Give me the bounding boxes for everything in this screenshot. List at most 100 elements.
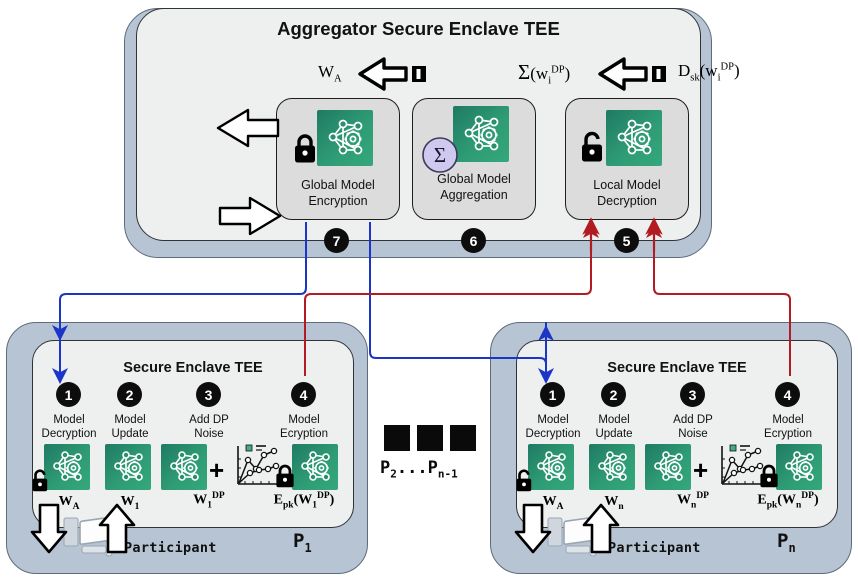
plus-sign: + bbox=[209, 455, 225, 485]
caption-line1: Local Model bbox=[593, 178, 661, 192]
lock-closed-icon bbox=[274, 462, 296, 489]
nn-icon bbox=[105, 444, 151, 490]
p1-caption-4: Model Ecryption bbox=[263, 413, 345, 441]
card-caption-encryption: Global Model Encryption bbox=[276, 178, 400, 209]
mid-sub-2: n-1 bbox=[437, 467, 458, 481]
pn-step-badge-4: 4 bbox=[775, 382, 800, 407]
participant-1-tee: Secure Enclave TEE 1 2 3 4 Model Decrypt… bbox=[6, 322, 368, 574]
pn-cap2-l2: Update bbox=[595, 428, 633, 440]
p1-cap2-l1: Model bbox=[114, 414, 146, 426]
formula-sum-dp: Σ(wiDP) bbox=[518, 60, 571, 87]
p1-step-4-num: 4 bbox=[299, 386, 308, 403]
p1-participant-word: Participant bbox=[124, 540, 217, 556]
nn-icon bbox=[161, 444, 207, 490]
pn-participant-word: Participant bbox=[608, 540, 701, 556]
pn-cap4-l2: Ecryption bbox=[764, 428, 812, 440]
p1-id-label: P1 bbox=[293, 530, 312, 555]
step-badge-7: 7 bbox=[324, 228, 349, 253]
pn-step-2-num: 2 bbox=[609, 386, 618, 403]
step-badge-5-text: 5 bbox=[622, 232, 631, 249]
pn-weight-4: Epk(WnDP) bbox=[757, 491, 819, 511]
pn-cap2-l1: Model bbox=[598, 414, 630, 426]
pn-id-head: P bbox=[777, 530, 789, 552]
pn-caption-3: Add DP Noise bbox=[652, 413, 734, 441]
p1-step-badge-2: 2 bbox=[117, 382, 142, 407]
p1-weight-4: Epk(W1DP) bbox=[273, 491, 335, 511]
p1-step-1-num: 1 bbox=[64, 386, 73, 403]
pn-id-label: Pn bbox=[777, 530, 796, 555]
ellipsis-square-2 bbox=[417, 425, 443, 451]
pn-step-3-num: 3 bbox=[688, 386, 697, 403]
plus-sign: + bbox=[693, 455, 709, 485]
pn-cap4-l1: Model bbox=[772, 414, 804, 426]
computer-icon bbox=[62, 510, 116, 558]
pn-step-4-num: 4 bbox=[783, 386, 792, 403]
ellipsis-square-3 bbox=[450, 425, 476, 451]
pn-cap3-l1: Add DP bbox=[673, 414, 713, 426]
computer-icon bbox=[546, 510, 600, 558]
lock-closed-icon bbox=[292, 132, 318, 164]
p1-cap4-l2: Ecryption bbox=[280, 428, 328, 440]
pn-cap3-l2: Noise bbox=[678, 428, 708, 440]
participant-1-tee-title: Secure Enclave TEE bbox=[123, 360, 263, 376]
svg-text:Σ: Σ bbox=[434, 143, 446, 167]
participant-n-tee: Secure Enclave TEE 1 2 3 4 Model Decrypt… bbox=[490, 322, 852, 574]
pn-step-badge-2: 2 bbox=[601, 382, 626, 407]
p1-cap3-l2: Noise bbox=[194, 428, 224, 440]
p1-caption-3: Add DP Noise bbox=[168, 413, 250, 441]
p1-caption-2: Model Update bbox=[89, 413, 171, 441]
lock-open-icon bbox=[514, 468, 534, 493]
card-caption-aggregation: Global Model Aggregation bbox=[412, 172, 536, 203]
p1-id-sub: 1 bbox=[304, 540, 312, 555]
pn-caption-2: Model Update bbox=[573, 413, 655, 441]
pn-cap1-l1: Model bbox=[537, 414, 569, 426]
nn-icon bbox=[44, 444, 90, 490]
formula-wa: WA bbox=[318, 62, 342, 85]
ellipsis-square-1 bbox=[384, 425, 410, 451]
p1-step-3-num: 3 bbox=[204, 386, 213, 403]
pn-caption-4: Model Ecryption bbox=[747, 413, 829, 441]
middle-participants-label: P2...Pn-1 bbox=[380, 458, 458, 481]
step-badge-5: 5 bbox=[614, 228, 639, 253]
aggregator-tee-title: Aggregator Secure Enclave TEE bbox=[277, 18, 560, 39]
nn-icon bbox=[317, 110, 373, 166]
step-badge-7-text: 7 bbox=[332, 232, 341, 249]
participant-n-tee-title: Secure Enclave TEE bbox=[607, 360, 747, 376]
p1-id-head: P bbox=[293, 530, 305, 552]
nn-icon bbox=[292, 444, 338, 490]
p1-cap2-l2: Update bbox=[111, 428, 149, 440]
caption-line2: Encryption bbox=[308, 193, 368, 208]
formula-dsk-dp: Dsk(wiDP) bbox=[678, 61, 740, 84]
caption-line2: Aggregation bbox=[440, 187, 508, 202]
nn-icon bbox=[776, 444, 822, 490]
p1-cap3-l1: Add DP bbox=[189, 414, 229, 426]
p1-cap4-l1: Model bbox=[288, 414, 320, 426]
nn-icon bbox=[645, 444, 691, 490]
pn-weight-3: WnDP bbox=[677, 491, 709, 511]
p1-step-badge-1: 1 bbox=[56, 382, 81, 407]
mid-sub-1: 2 bbox=[390, 467, 397, 481]
step-badge-6-text: 6 bbox=[469, 232, 478, 249]
caption-line1: Global Model bbox=[437, 172, 511, 186]
nn-icon bbox=[528, 444, 574, 490]
step-badge-6: 6 bbox=[461, 228, 486, 253]
card-caption-decryption: Local Model Decryption bbox=[565, 178, 689, 209]
pn-step-badge-3: 3 bbox=[680, 382, 705, 407]
p1-step-badge-4: 4 bbox=[291, 382, 316, 407]
mid-head-1: P bbox=[380, 458, 391, 478]
lock-open-icon bbox=[578, 130, 606, 164]
p1-step-badge-3: 3 bbox=[196, 382, 221, 407]
caption-line1: Global Model bbox=[301, 178, 375, 192]
caption-line2: Decryption bbox=[597, 193, 657, 208]
p1-step-2-num: 2 bbox=[125, 386, 134, 403]
lock-open-icon bbox=[30, 468, 50, 493]
nn-icon bbox=[606, 110, 662, 166]
p1-cap1-l1: Model bbox=[53, 414, 85, 426]
nn-icon bbox=[589, 444, 635, 490]
pn-id-sub: n bbox=[788, 540, 796, 555]
p1-weight-3: W1DP bbox=[193, 491, 225, 511]
sigma-icon: Σ bbox=[421, 136, 459, 174]
nn-icon bbox=[453, 106, 509, 162]
mid-head-2: P bbox=[427, 458, 438, 478]
lock-closed-icon bbox=[758, 462, 780, 489]
